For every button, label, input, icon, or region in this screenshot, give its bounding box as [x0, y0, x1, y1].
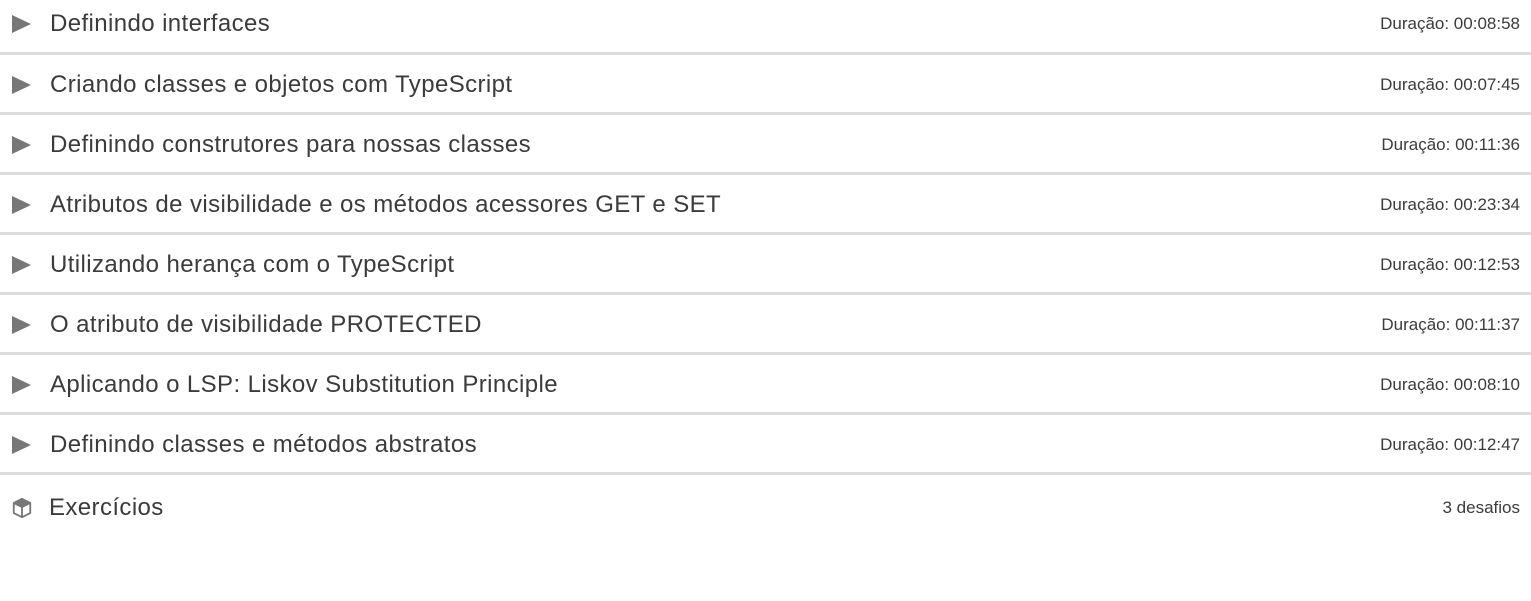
play-icon: [12, 255, 31, 274]
lesson-item[interactable]: O atributo de visibilidade PROTECTED Dur…: [0, 301, 1531, 355]
lesson-duration: Duração: 00:08:58: [1380, 14, 1520, 33]
lesson-item[interactable]: Atributos de visibilidade e os métodos a…: [0, 181, 1531, 235]
lesson-item-left: Definindo classes e métodos abstratos: [11, 431, 477, 459]
lesson-duration: Duração: 00:07:45: [1380, 74, 1520, 94]
lesson-title: Atributos de visibilidade e os métodos a…: [50, 190, 722, 218]
lesson-list: Definindo interfaces Duração: 00:08:58 C…: [0, 0, 1531, 538]
lesson-duration: Duração: 00:23:34: [1380, 194, 1520, 214]
lesson-title: Definindo classes e métodos abstratos: [50, 430, 478, 458]
play-icon: [12, 15, 31, 33]
lesson-duration: Duração: 00:12:53: [1380, 254, 1520, 274]
lesson-item-left: O atributo de visibilidade PROTECTED: [11, 311, 482, 339]
lesson-duration: Duração: 00:11:36: [1381, 134, 1520, 154]
lesson-title: Definindo construtores para nossas class…: [50, 130, 532, 158]
lesson-title: O atributo de visibilidade PROTECTED: [50, 310, 482, 338]
lesson-item-left: Aplicando o LSP: Liskov Substitution Pri…: [11, 371, 558, 399]
lesson-item-left: Utilizando herança com o TypeScript: [11, 251, 454, 279]
exercises-title: Exercícios: [49, 493, 164, 521]
lesson-item[interactable]: Definindo interfaces Duração: 00:08:58: [0, 0, 1531, 55]
lesson-item-left: Atributos de visibilidade e os métodos a…: [11, 191, 721, 219]
play-icon: [12, 135, 31, 154]
lesson-item[interactable]: Definindo construtores para nossas class…: [0, 121, 1531, 175]
lesson-duration: Duração: 00:08:10: [1380, 374, 1520, 394]
cube-icon: [12, 497, 32, 518]
lesson-duration: Duração: 00:12:47: [1380, 434, 1520, 454]
lesson-item-left: Definindo interfaces: [11, 10, 270, 38]
lesson-title: Definindo interfaces: [50, 10, 271, 37]
lesson-title: Criando classes e objetos com TypeScript: [50, 70, 513, 98]
play-icon: [12, 435, 31, 454]
lesson-item-left: Definindo construtores para nossas class…: [11, 131, 531, 159]
lesson-item-left: Criando classes e objetos com TypeScript: [11, 71, 512, 99]
exercises-item[interactable]: Exercícios 3 desafios: [0, 481, 1531, 538]
exercises-item-left: Exercícios: [11, 494, 164, 522]
lesson-item[interactable]: Definindo classes e métodos abstratos Du…: [0, 421, 1531, 475]
lesson-duration: Duração: 00:11:37: [1381, 314, 1520, 334]
exercises-count: 3 desafios: [1442, 497, 1521, 517]
lesson-item[interactable]: Utilizando herança com o TypeScript Dura…: [0, 241, 1531, 295]
play-icon: [12, 195, 31, 214]
play-icon: [12, 315, 31, 334]
lesson-title: Aplicando o LSP: Liskov Substitution Pri…: [50, 370, 559, 398]
play-icon: [12, 75, 31, 94]
lesson-item[interactable]: Criando classes e objetos com TypeScript…: [0, 61, 1531, 115]
lesson-title: Utilizando herança com o TypeScript: [50, 250, 455, 278]
lesson-item[interactable]: Aplicando o LSP: Liskov Substitution Pri…: [0, 361, 1531, 415]
play-icon: [12, 375, 31, 394]
